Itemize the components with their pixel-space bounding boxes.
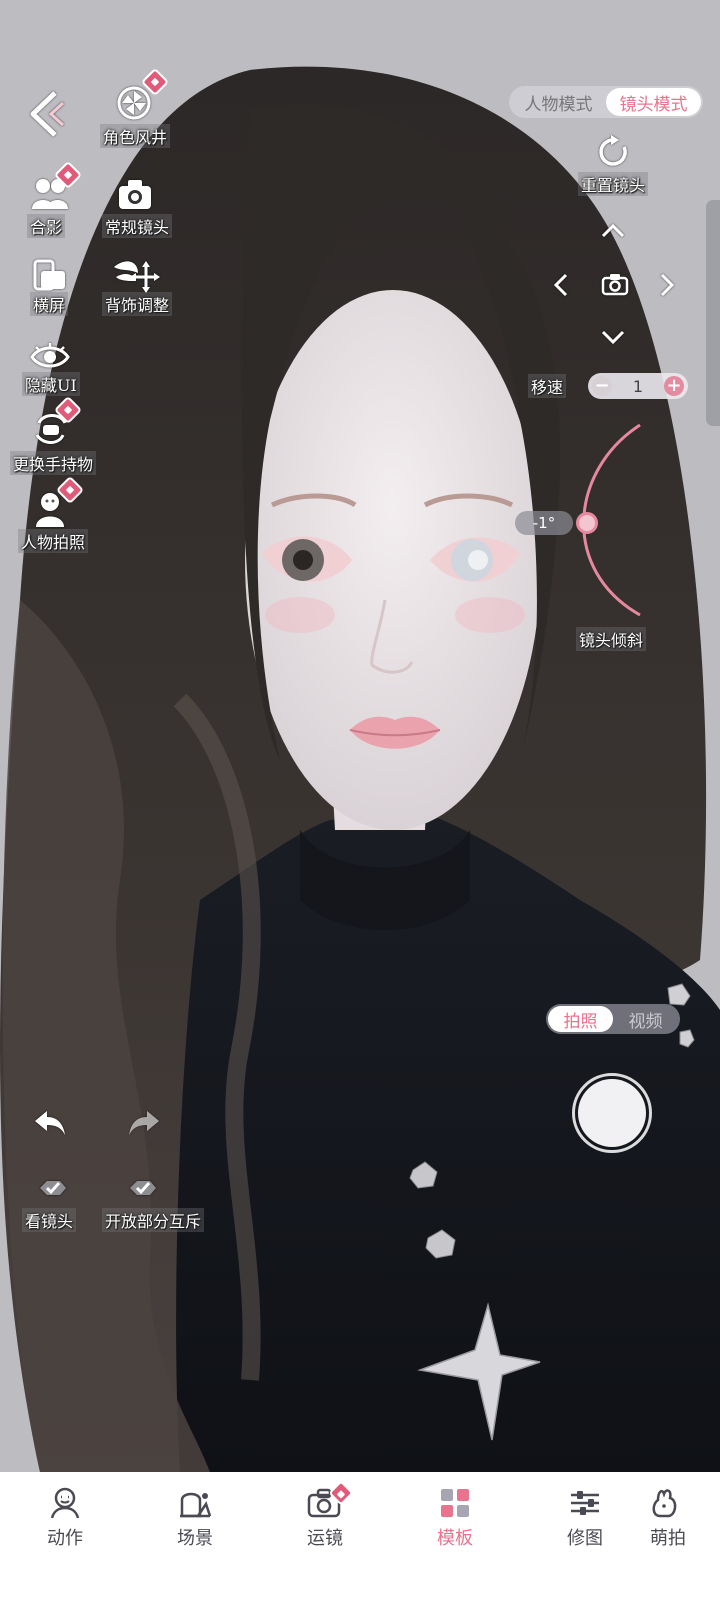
checkbox-icon[interactable] [38, 1176, 68, 1200]
bottom-nav: 动作 场景 运镜 模板 修图 萌拍 [0, 1472, 720, 1600]
speed-decrease-button[interactable]: − [592, 376, 612, 396]
eye-icon[interactable] [30, 340, 70, 372]
cute-icon [652, 1489, 677, 1518]
nav-scene[interactable]: 场景 [130, 1472, 260, 1600]
template-icon [441, 1489, 469, 1517]
photo-tab[interactable]: 拍照 [548, 1006, 613, 1032]
character-mode-tab[interactable]: 人物模式 [511, 88, 606, 116]
nav-pose[interactable]: 动作 [0, 1472, 130, 1600]
nav-camera-move-label: 运镜 [307, 1528, 343, 1549]
shutter-inner [578, 1079, 646, 1147]
open-interaction-label[interactable]: 开放部分互斥 [102, 1208, 205, 1232]
undo-icon[interactable] [32, 1108, 68, 1138]
camera-icon[interactable] [116, 176, 154, 212]
speed-label: 移速 [528, 374, 567, 398]
redo-icon[interactable] [126, 1108, 162, 1138]
back-icon[interactable] [22, 88, 72, 140]
wing-adjust-icon[interactable] [110, 256, 160, 294]
chevron-up-icon[interactable] [598, 220, 628, 242]
chevron-down-icon[interactable] [598, 326, 628, 348]
tool-label-back-accessory[interactable]: 背饰调整 [102, 292, 173, 316]
tool-label-wind[interactable]: 角色风井 [100, 124, 171, 148]
tool-label-normal-camera[interactable]: 常规镜头 [102, 214, 173, 238]
tilt-slider-handle[interactable] [576, 512, 598, 534]
checkbox-icon[interactable] [128, 1176, 158, 1200]
photo-video-toggle[interactable]: 拍照 视频 [546, 1004, 680, 1034]
adjust-icon [571, 1491, 599, 1515]
side-panel-handle[interactable] [706, 200, 720, 426]
nav-scene-label: 场景 [177, 1528, 213, 1549]
pinwheel-icon[interactable] [116, 85, 152, 121]
nav-camera-move[interactable]: 运镜 [260, 1472, 390, 1600]
camera-mode-tab[interactable]: 镜头模式 [606, 88, 701, 116]
nav-template-label: 模板 [437, 1528, 473, 1549]
look-at-camera-label[interactable]: 看镜头 [22, 1208, 77, 1232]
nav-adjust[interactable]: 修图 [520, 1472, 650, 1600]
speed-value: 1 [632, 376, 644, 396]
camera-center-icon[interactable] [600, 270, 630, 298]
video-tab[interactable]: 视频 [613, 1006, 678, 1032]
tilt-value: -1° [515, 511, 573, 535]
tilt-arc-slider[interactable] [560, 420, 650, 620]
tool-label-landscape[interactable]: 横屏 [30, 292, 69, 316]
shutter-button[interactable] [572, 1073, 652, 1153]
scene-icon [180, 1492, 212, 1518]
tool-label-person-photo[interactable]: 人物拍照 [18, 529, 89, 553]
nav-pose-label: 动作 [47, 1528, 83, 1549]
tilt-label: 镜头倾斜 [576, 627, 647, 651]
speed-increase-button[interactable]: + [664, 376, 684, 396]
pose-icon [50, 1487, 80, 1519]
reset-icon[interactable] [596, 134, 632, 170]
tool-label-swap-handheld[interactable]: 更换手持物 [10, 451, 97, 475]
tool-label-group[interactable]: 合影 [27, 214, 66, 238]
nav-cute-label: 萌拍 [650, 1528, 686, 1549]
tool-label-hide-ui[interactable]: 隐藏UI [22, 372, 80, 396]
reset-camera-label[interactable]: 重置镜头 [578, 172, 649, 196]
landscape-icon[interactable] [30, 256, 68, 294]
speed-stepper[interactable]: − 1 + [588, 373, 688, 399]
mode-toggle[interactable]: 人物模式 镜头模式 [509, 86, 703, 118]
nav-adjust-label: 修图 [567, 1528, 603, 1549]
chevron-right-icon[interactable] [656, 270, 678, 300]
nav-cute[interactable]: 萌拍 [650, 1472, 720, 1600]
chevron-left-icon[interactable] [550, 270, 572, 300]
nav-template[interactable]: 模板 [390, 1472, 520, 1600]
